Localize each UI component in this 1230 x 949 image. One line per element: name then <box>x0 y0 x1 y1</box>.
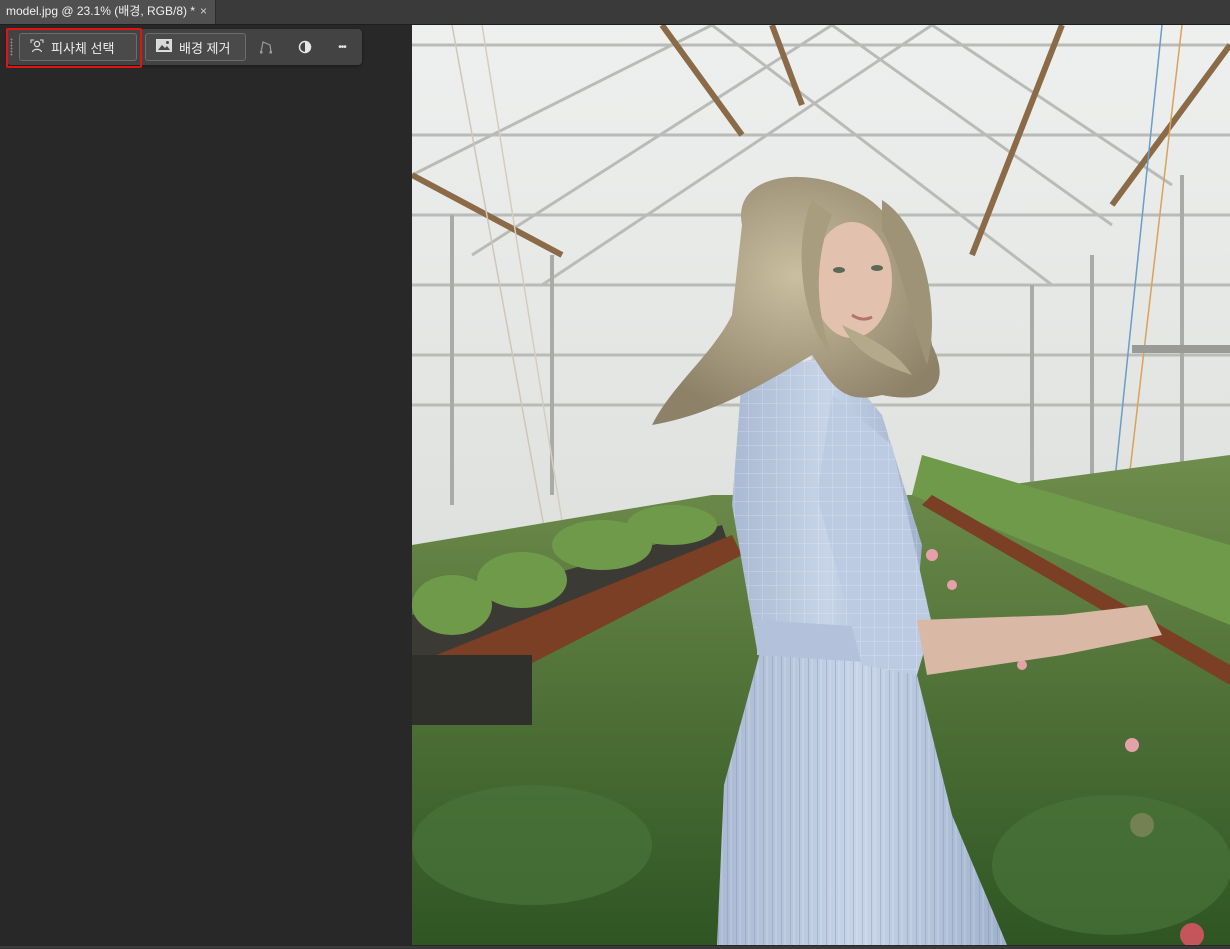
remove-background-button[interactable]: 배경 제거 <box>145 33 246 61</box>
image-canvas[interactable] <box>412 25 1230 945</box>
document-tab-bar: model.jpg @ 23.1% (배경, RGB/8) * × <box>0 0 1230 25</box>
image-icon <box>156 39 172 55</box>
transform-icon[interactable] <box>255 36 277 58</box>
document-tab[interactable]: model.jpg @ 23.1% (배경, RGB/8) * × <box>0 0 216 24</box>
highlight-box <box>6 28 142 68</box>
greenhouse-model-photo <box>412 25 1230 945</box>
remove-background-label: 배경 제거 <box>179 40 231 56</box>
adjustment-circle-icon[interactable] <box>294 36 316 58</box>
close-tab-icon[interactable]: × <box>200 0 207 22</box>
document-tab-title: model.jpg @ 23.1% (배경, RGB/8) * <box>6 4 195 18</box>
more-options-icon[interactable]: ••• <box>331 36 353 58</box>
